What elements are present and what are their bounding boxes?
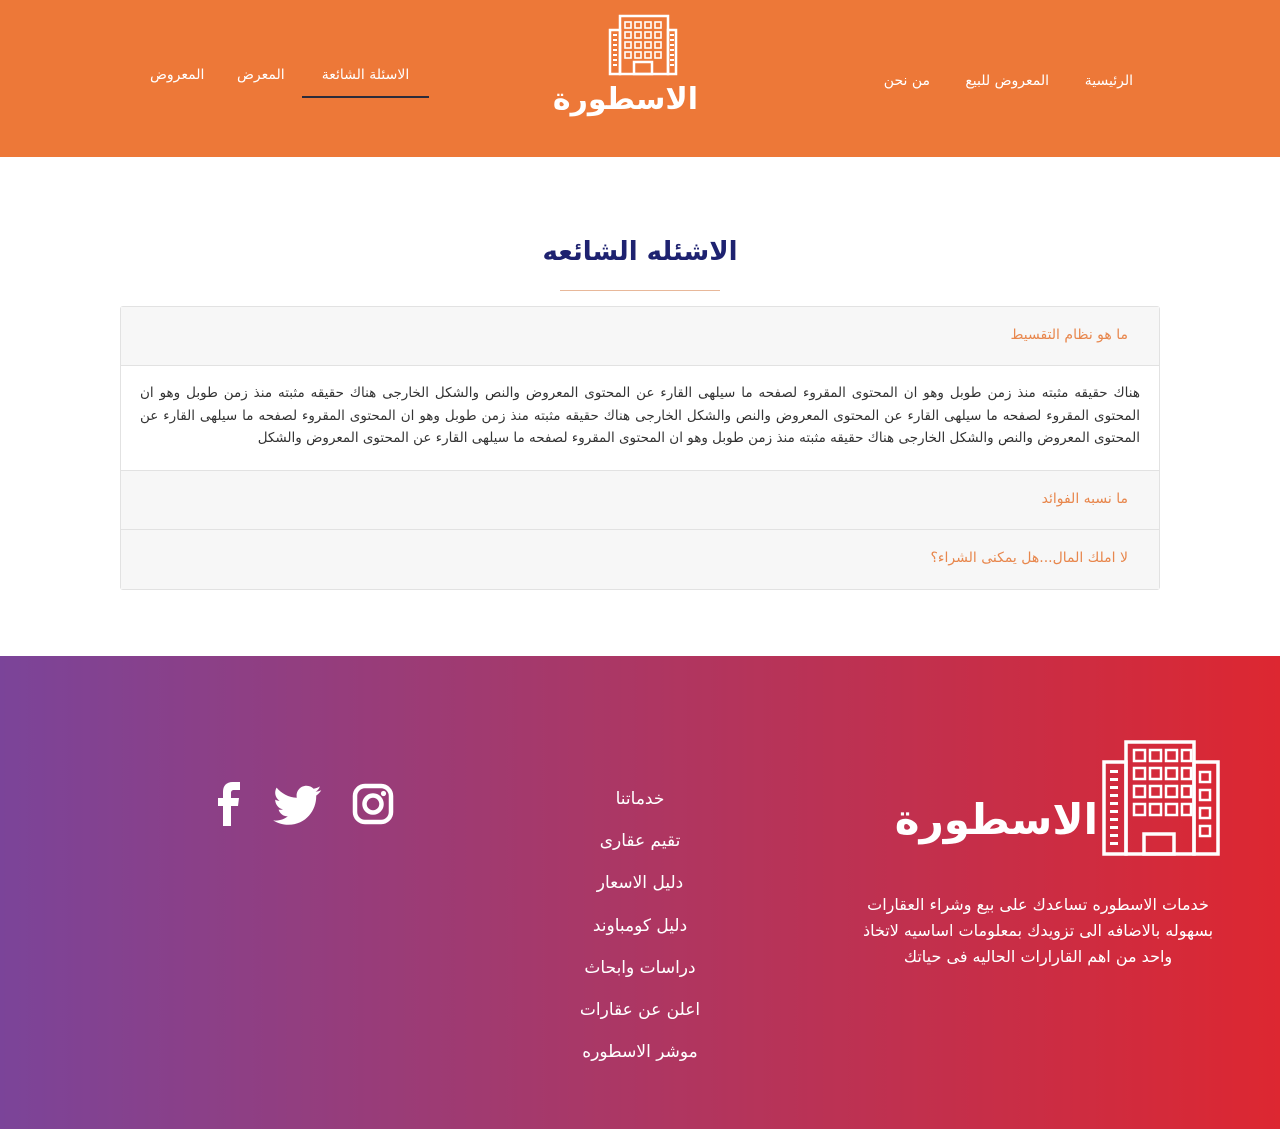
- footer-link-advertise[interactable]: اعلن عن عقارات: [560, 989, 720, 1031]
- footer-links: خدماتنا تقيم عقارى دليل الاسعار دليل كوم…: [560, 778, 720, 1073]
- nav-listings[interactable]: المعروض: [150, 63, 204, 87]
- footer-link-studies[interactable]: دراسات وابحاث: [560, 947, 720, 989]
- facebook-icon[interactable]: [212, 780, 246, 828]
- faq-question-no-money[interactable]: لا املك المال...هل يمكنى الشراء؟: [121, 529, 1159, 589]
- footer-logo[interactable]: الاسطورة: [894, 738, 1222, 860]
- nav-gallery[interactable]: المعرض: [237, 63, 285, 87]
- page-title: الاشئله الشائعه: [542, 237, 738, 267]
- site-header: الرئيسية المعروض للبيع من نحن الاسطورة ا: [0, 0, 1280, 157]
- instagram-icon[interactable]: [349, 780, 397, 828]
- faq-question-installments[interactable]: ما هو نظام التقسيط: [121, 307, 1159, 366]
- faq-accordion: ما هو نظام التقسيط هناك حقيقه مثبته منذ …: [120, 306, 1160, 590]
- twitter-icon[interactable]: [272, 780, 324, 828]
- footer-about-text: خدمات الاسطوره تساعدك على بيع وشراء العق…: [862, 895, 1214, 967]
- footer-link-services[interactable]: خدماتنا: [560, 778, 720, 820]
- faq-question-interest[interactable]: ما نسبه الفوائد: [121, 470, 1159, 530]
- title-divider: [560, 290, 720, 291]
- footer-link-valuation[interactable]: تقيم عقارى: [560, 820, 720, 862]
- nav-for-sale[interactable]: المعروض للبيع: [965, 69, 1049, 93]
- faq-answer-installments: هناك حقيقه مثبته منذ زمن طوبل وهو ان الم…: [121, 366, 1159, 471]
- nav-home[interactable]: الرئيسية: [1085, 69, 1133, 93]
- site-footer: الاسطورة خدمات الاسطوره تساعدك على بيع و…: [0, 656, 1280, 1129]
- nav-faq-active[interactable]: الاسئلة الشائعة: [302, 63, 429, 98]
- nav-about-us[interactable]: من نحن: [884, 69, 930, 93]
- site-logo[interactable]: الاسطورة: [552, 12, 698, 124]
- footer-link-compound-guide[interactable]: دليل كومباوند: [560, 905, 720, 947]
- footer-link-index[interactable]: موشر الاسطوره: [560, 1031, 720, 1073]
- logo-text: الاسطورة: [552, 82, 698, 117]
- footer-link-price-guide[interactable]: دليل الاسعار: [560, 862, 720, 904]
- footer-logo-text: الاسطورة: [894, 795, 1098, 844]
